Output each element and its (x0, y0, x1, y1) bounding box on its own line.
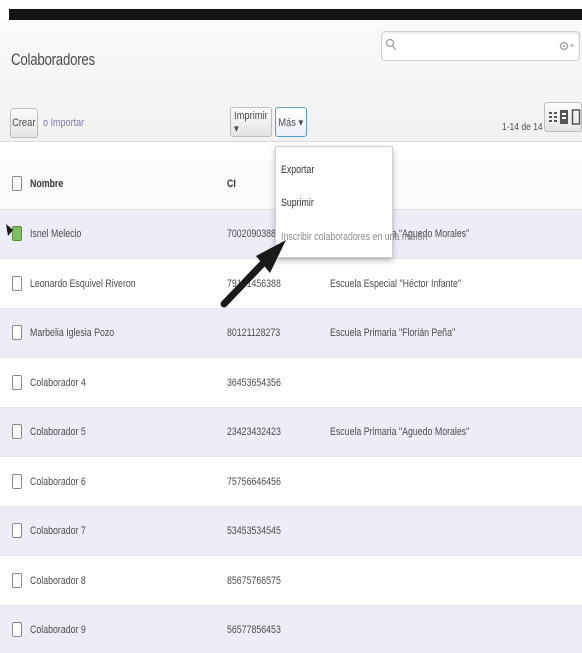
table-row[interactable]: Leonardo Esquivel Riveron 79101456388 Escu… (0, 259, 582, 309)
list-view-icon[interactable] (548, 107, 558, 127)
table-row[interactable]: Colaborador 8 85675766575 (0, 556, 582, 606)
cell-nombre: Isnel Melecio (30, 228, 82, 240)
cell-nombre: Colaborador 7 (30, 525, 86, 537)
row-checkbox[interactable] (12, 325, 22, 340)
row-checkbox[interactable] (12, 424, 22, 439)
print-button-label: Imprimir ▾ (234, 109, 268, 135)
row-checkbox[interactable] (12, 572, 22, 588)
view-switcher (544, 102, 582, 132)
more-button[interactable]: Más ▾ (275, 107, 307, 137)
pager-value[interactable]: 1-14 de 14 (502, 122, 543, 133)
cell-nombre: Colaborador 4 (30, 376, 86, 389)
cell-ci: 79101456388 (227, 277, 281, 290)
more-button-label: Más ▾ (278, 116, 304, 129)
cell-nombre: Colaborador 9 (30, 624, 86, 636)
import-link[interactable]: o Importar (43, 117, 84, 129)
cell-escuela: Escuela Primaria "Aguedo Morales" (330, 426, 470, 438)
cell-nombre: Colaborador 6 (30, 475, 86, 488)
more-dropdown-menu: Exportar Suprimir Inscribir colaboradore… (275, 146, 427, 258)
row-checkbox[interactable] (12, 473, 22, 489)
cell-ci: 70020903888 (227, 228, 281, 240)
cell-ci: 75756646456 (227, 475, 281, 488)
select-all-checkbox[interactable] (12, 176, 22, 191)
menu-item-delete[interactable]: Suprimir (281, 197, 314, 209)
table-row[interactable]: Colaborador 7 53453534545 (0, 507, 582, 556)
cell-ci: 56577856453 (227, 624, 281, 636)
top-bar (0, 0, 582, 20)
gear-icon[interactable] (559, 40, 575, 52)
search-box[interactable] (381, 31, 580, 61)
table-row[interactable]: Colaborador 6 75756646456 (0, 457, 582, 507)
search-icon (385, 38, 397, 50)
cell-escuela: Escuela Primaria "Florián Peña" (330, 327, 456, 339)
column-header-nombre[interactable]: Nombre (30, 178, 63, 190)
search-input[interactable] (398, 36, 548, 56)
cell-nombre: Colaborador 8 (30, 574, 86, 587)
cell-nombre: Marbelia Iglesia Pozo (30, 327, 115, 339)
top-strip (9, 9, 582, 20)
page-title: Colaboradores (11, 50, 95, 69)
row-checkbox[interactable] (12, 622, 22, 637)
cell-nombre: Colaborador 5 (30, 426, 86, 438)
menu-item-export[interactable]: Exportar (281, 164, 314, 176)
menu-item-enroll-mission[interactable]: Inscribir colaboradores en una misión (281, 231, 427, 243)
row-checkbox[interactable] (12, 523, 22, 538)
form-view-icon[interactable] (571, 107, 581, 127)
create-button-label: Crear (12, 117, 36, 129)
kanban-view-icon[interactable] (559, 107, 569, 127)
table-row[interactable]: Colaborador 9 56577856453 (0, 606, 582, 653)
create-button[interactable]: Crear (10, 108, 38, 138)
cell-ci: 53453534545 (227, 525, 281, 537)
table-row[interactable]: Marbelia Iglesia Pozo 80121128273 Escuela … (0, 309, 582, 358)
row-checkbox[interactable] (12, 226, 22, 241)
row-checkbox[interactable] (12, 275, 22, 291)
print-button[interactable]: Imprimir ▾ (230, 107, 272, 137)
cell-ci: 80121128273 (227, 327, 281, 339)
table-row[interactable]: Colaborador 4 36453654356 (0, 358, 582, 408)
column-header-ci[interactable]: CI (227, 178, 236, 190)
row-checkbox[interactable] (12, 374, 22, 390)
cell-nombre: Leonardo Esquivel Riveron (30, 277, 136, 290)
table-row[interactable]: Colaborador 5 23423432423 Escuela Primaria… (0, 408, 582, 457)
cell-ci: 85675766575 (227, 574, 281, 587)
cell-ci: 36453654356 (227, 376, 281, 389)
cell-ci: 23423432423 (227, 426, 281, 438)
cell-escuela: Escuela Especial "Héctor Infante" (330, 277, 461, 290)
